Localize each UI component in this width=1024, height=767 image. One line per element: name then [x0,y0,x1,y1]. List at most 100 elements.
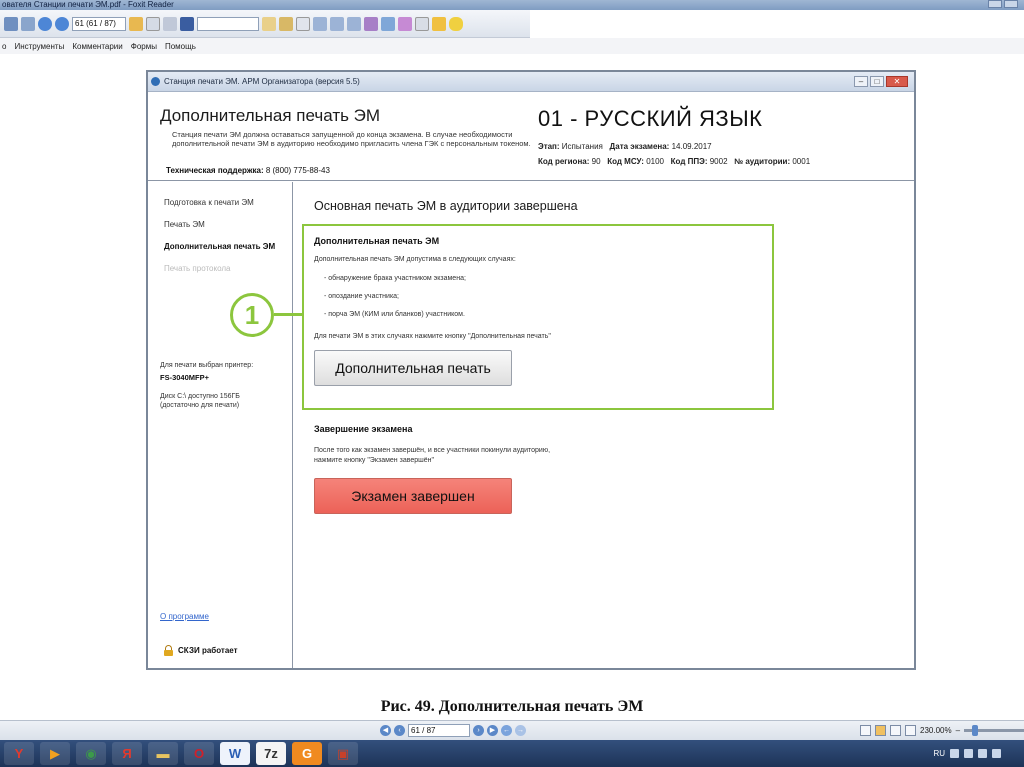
save-icon[interactable] [21,16,35,31]
toolbar-page-field[interactable]: 61 (61 / 87) [72,16,126,31]
room-value: 0001 [792,157,811,166]
reader-titlebar: ователя Станции печати ЭМ.pdf - Foxit Re… [0,0,1024,10]
pointer-icon[interactable] [163,16,177,31]
extra-print-intro: Дополнительная печать ЭМ допустима в сле… [314,256,516,263]
header-description: Станция печати ЭМ должна оставаться запу… [172,130,531,148]
pdf-icon[interactable]: ▣ [328,742,358,765]
sidebar-item-print[interactable]: Печать ЭМ [164,220,205,229]
back-icon[interactable]: ← [501,725,512,736]
page-navigation: ◀ ‹ 61 / 87 › ▶ ← → [380,724,526,737]
select-text-icon[interactable] [146,16,160,31]
region-value: 90 [591,157,601,166]
flag-icon[interactable] [964,749,973,758]
opera-icon[interactable]: O [184,742,214,765]
menu-item-tools[interactable]: Инструменты [14,42,64,51]
zoom-out-icon[interactable]: – [956,726,960,735]
zoom-in-icon[interactable] [313,16,327,31]
sidebar-item-extra-print[interactable]: Дополнительная печать ЭМ [164,242,275,251]
note-icon[interactable] [262,16,276,31]
sidebar: Подготовка к печати ЭМ Печать ЭМ Дополни… [148,182,293,668]
folder-icon[interactable] [279,16,293,31]
language-indicator[interactable]: RU [933,749,945,758]
first-page-icon[interactable]: ◀ [380,725,391,736]
extra-print-hint: Для печати ЭМ в этих случаях нажмите кно… [314,333,551,340]
room-label: № аудитории: [734,157,791,166]
tech-support: Техническая поддержка: 8 (800) 775-88-43 [166,166,330,175]
app-close-button[interactable]: ✕ [886,76,908,87]
reader-toolbar: 61 (61 / 87) [0,10,530,38]
app-minimize-button[interactable]: – [854,76,868,87]
chrome-icon[interactable]: ◉ [76,742,106,765]
continuous-page-icon[interactable] [398,16,412,31]
exam-meta-row-1: Этап: Испытания Дата экзамена: 14.09.201… [538,142,712,151]
extra-print-section: Дополнительная печать ЭМ Дополнительная … [302,224,774,410]
continuous-view-icon[interactable] [875,725,886,736]
callout-badge: 1 [230,293,274,337]
menu-item-comments[interactable]: Комментарии [72,42,122,51]
cover-view-icon[interactable] [905,725,916,736]
zoom-slider[interactable] [964,725,1024,736]
next-page-icon[interactable] [55,16,69,31]
exam-subject: 01 - РУССКИЙ ЯЗЫК [538,106,763,131]
single-page-icon[interactable] [381,16,395,31]
extra-print-button[interactable]: Дополнительная печать [314,350,512,386]
minimize-button[interactable] [988,0,1002,8]
windows-taskbar: Y ▶ ◉ Я ▬ O W 7z G ▣ RU [0,740,1024,767]
foxit-icon[interactable]: G [292,742,322,765]
page-number-input[interactable]: 61 / 87 [408,724,470,737]
hand-tool-icon[interactable] [129,16,143,31]
page-title: Дополнительная печать ЭМ [160,106,381,125]
document-icon[interactable] [296,16,310,31]
folder-icon[interactable]: ▬ [148,742,178,765]
network-icon[interactable] [950,749,959,758]
menu-item[interactable]: о [2,42,6,51]
finish-description: После того как экзамен завершён, и все у… [314,447,551,464]
stage-value: Испытания [561,142,603,151]
word-icon[interactable]: W [220,742,250,765]
signal-icon[interactable] [978,749,987,758]
tech-support-phone: 8 (800) 775-88-43 [265,166,330,175]
zoom-level[interactable]: 230.00% [920,726,952,735]
fit-page-icon[interactable] [347,16,361,31]
app-maximize-button[interactable]: □ [870,76,884,87]
single-page-view-icon[interactable] [860,725,871,736]
forward-icon[interactable]: → [515,725,526,736]
rotate-icon[interactable] [364,16,378,31]
msu-value: 0100 [646,157,664,166]
volume-icon[interactable] [992,749,1001,758]
prev-page-icon[interactable] [38,16,52,31]
menu-item-forms[interactable]: Формы [131,42,157,51]
date-value: 14.09.2017 [671,142,712,151]
facing-view-icon[interactable] [890,725,901,736]
yandex-icon[interactable]: Y [4,742,34,765]
region-label: Код региона: [538,157,590,166]
text-tool-icon[interactable] [432,16,446,31]
menu-item-help[interactable]: Помощь [165,42,196,51]
printer-label: Для печати выбран принтер: [160,362,254,369]
reader-window-controls [988,0,1018,8]
app-titlebar: Станция печати ЭМ. АРМ Организатора (вер… [148,72,914,92]
about-link[interactable]: О программе [160,612,209,621]
toolbar-search-input[interactable] [197,16,259,31]
skzi-status-text: СКЗИ работает [178,646,238,655]
find-icon[interactable] [180,16,194,31]
last-page-icon[interactable]: ▶ [487,725,498,736]
zoom-out-icon[interactable] [330,16,344,31]
next-page-icon[interactable]: › [473,725,484,736]
sidebar-item-prepare[interactable]: Подготовка к печати ЭМ [164,198,254,207]
prev-page-icon[interactable]: ‹ [394,725,405,736]
facing-page-icon[interactable] [415,16,429,31]
view-controls: 230.00% – [860,725,1024,736]
media-player-icon[interactable]: ▶ [40,742,70,765]
msu-label: Код МСУ: [607,157,644,166]
7zip-icon[interactable]: 7z [256,742,286,765]
stage-label: Этап: [538,142,560,151]
extra-print-title: Дополнительная печать ЭМ [314,236,440,246]
exam-finished-button[interactable]: Экзамен завершен [314,478,512,514]
comment-icon[interactable] [449,16,463,31]
sidebar-item-protocol: Печать протокола [164,264,231,273]
open-icon[interactable] [4,16,18,31]
system-tray: RU [933,742,1020,765]
yandex-browser-icon[interactable]: Я [112,742,142,765]
maximize-button[interactable] [1004,0,1018,8]
